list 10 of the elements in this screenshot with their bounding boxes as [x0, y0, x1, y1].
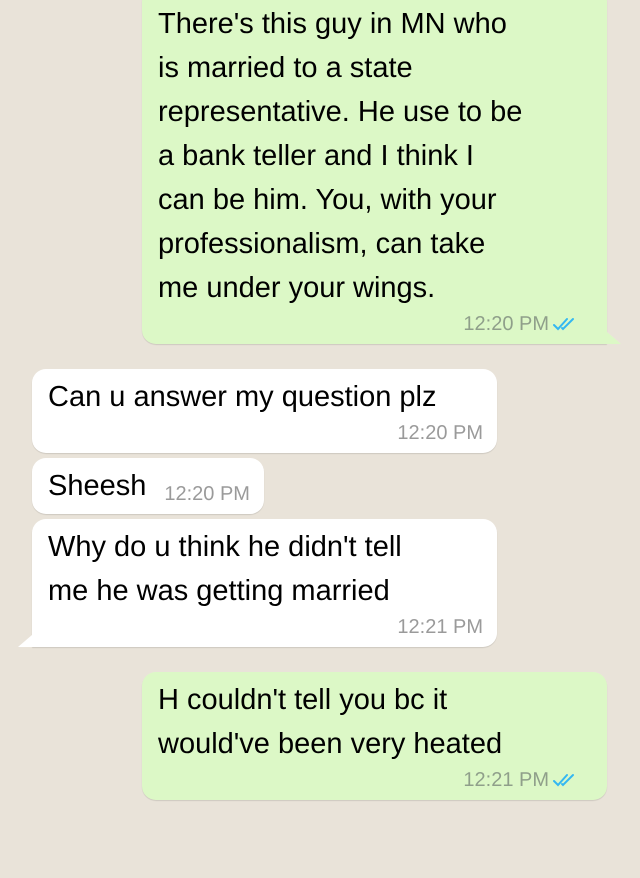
message-time: 12:20 PM [164, 482, 250, 507]
message-text: H couldn't tell you bc it would've been very heated [158, 683, 504, 762]
message-text: There's this guy in MN who is married to a state representative. He use to be a bank teller and I think I can be him. You, with your professionalism, can take me under your wings. [158, 7, 524, 306]
message-time: 12:20 PM [397, 421, 483, 446]
message-time: 12:21 PM [397, 615, 483, 640]
message-time: 12:21 PM [463, 768, 549, 793]
message-text: Can u answer my question plz [48, 380, 436, 415]
message-time: 12:20 PM [463, 312, 549, 337]
message-text: Why do u think he didn't tell me he was getting married [48, 530, 403, 609]
message-text: Sheesh [48, 469, 146, 504]
